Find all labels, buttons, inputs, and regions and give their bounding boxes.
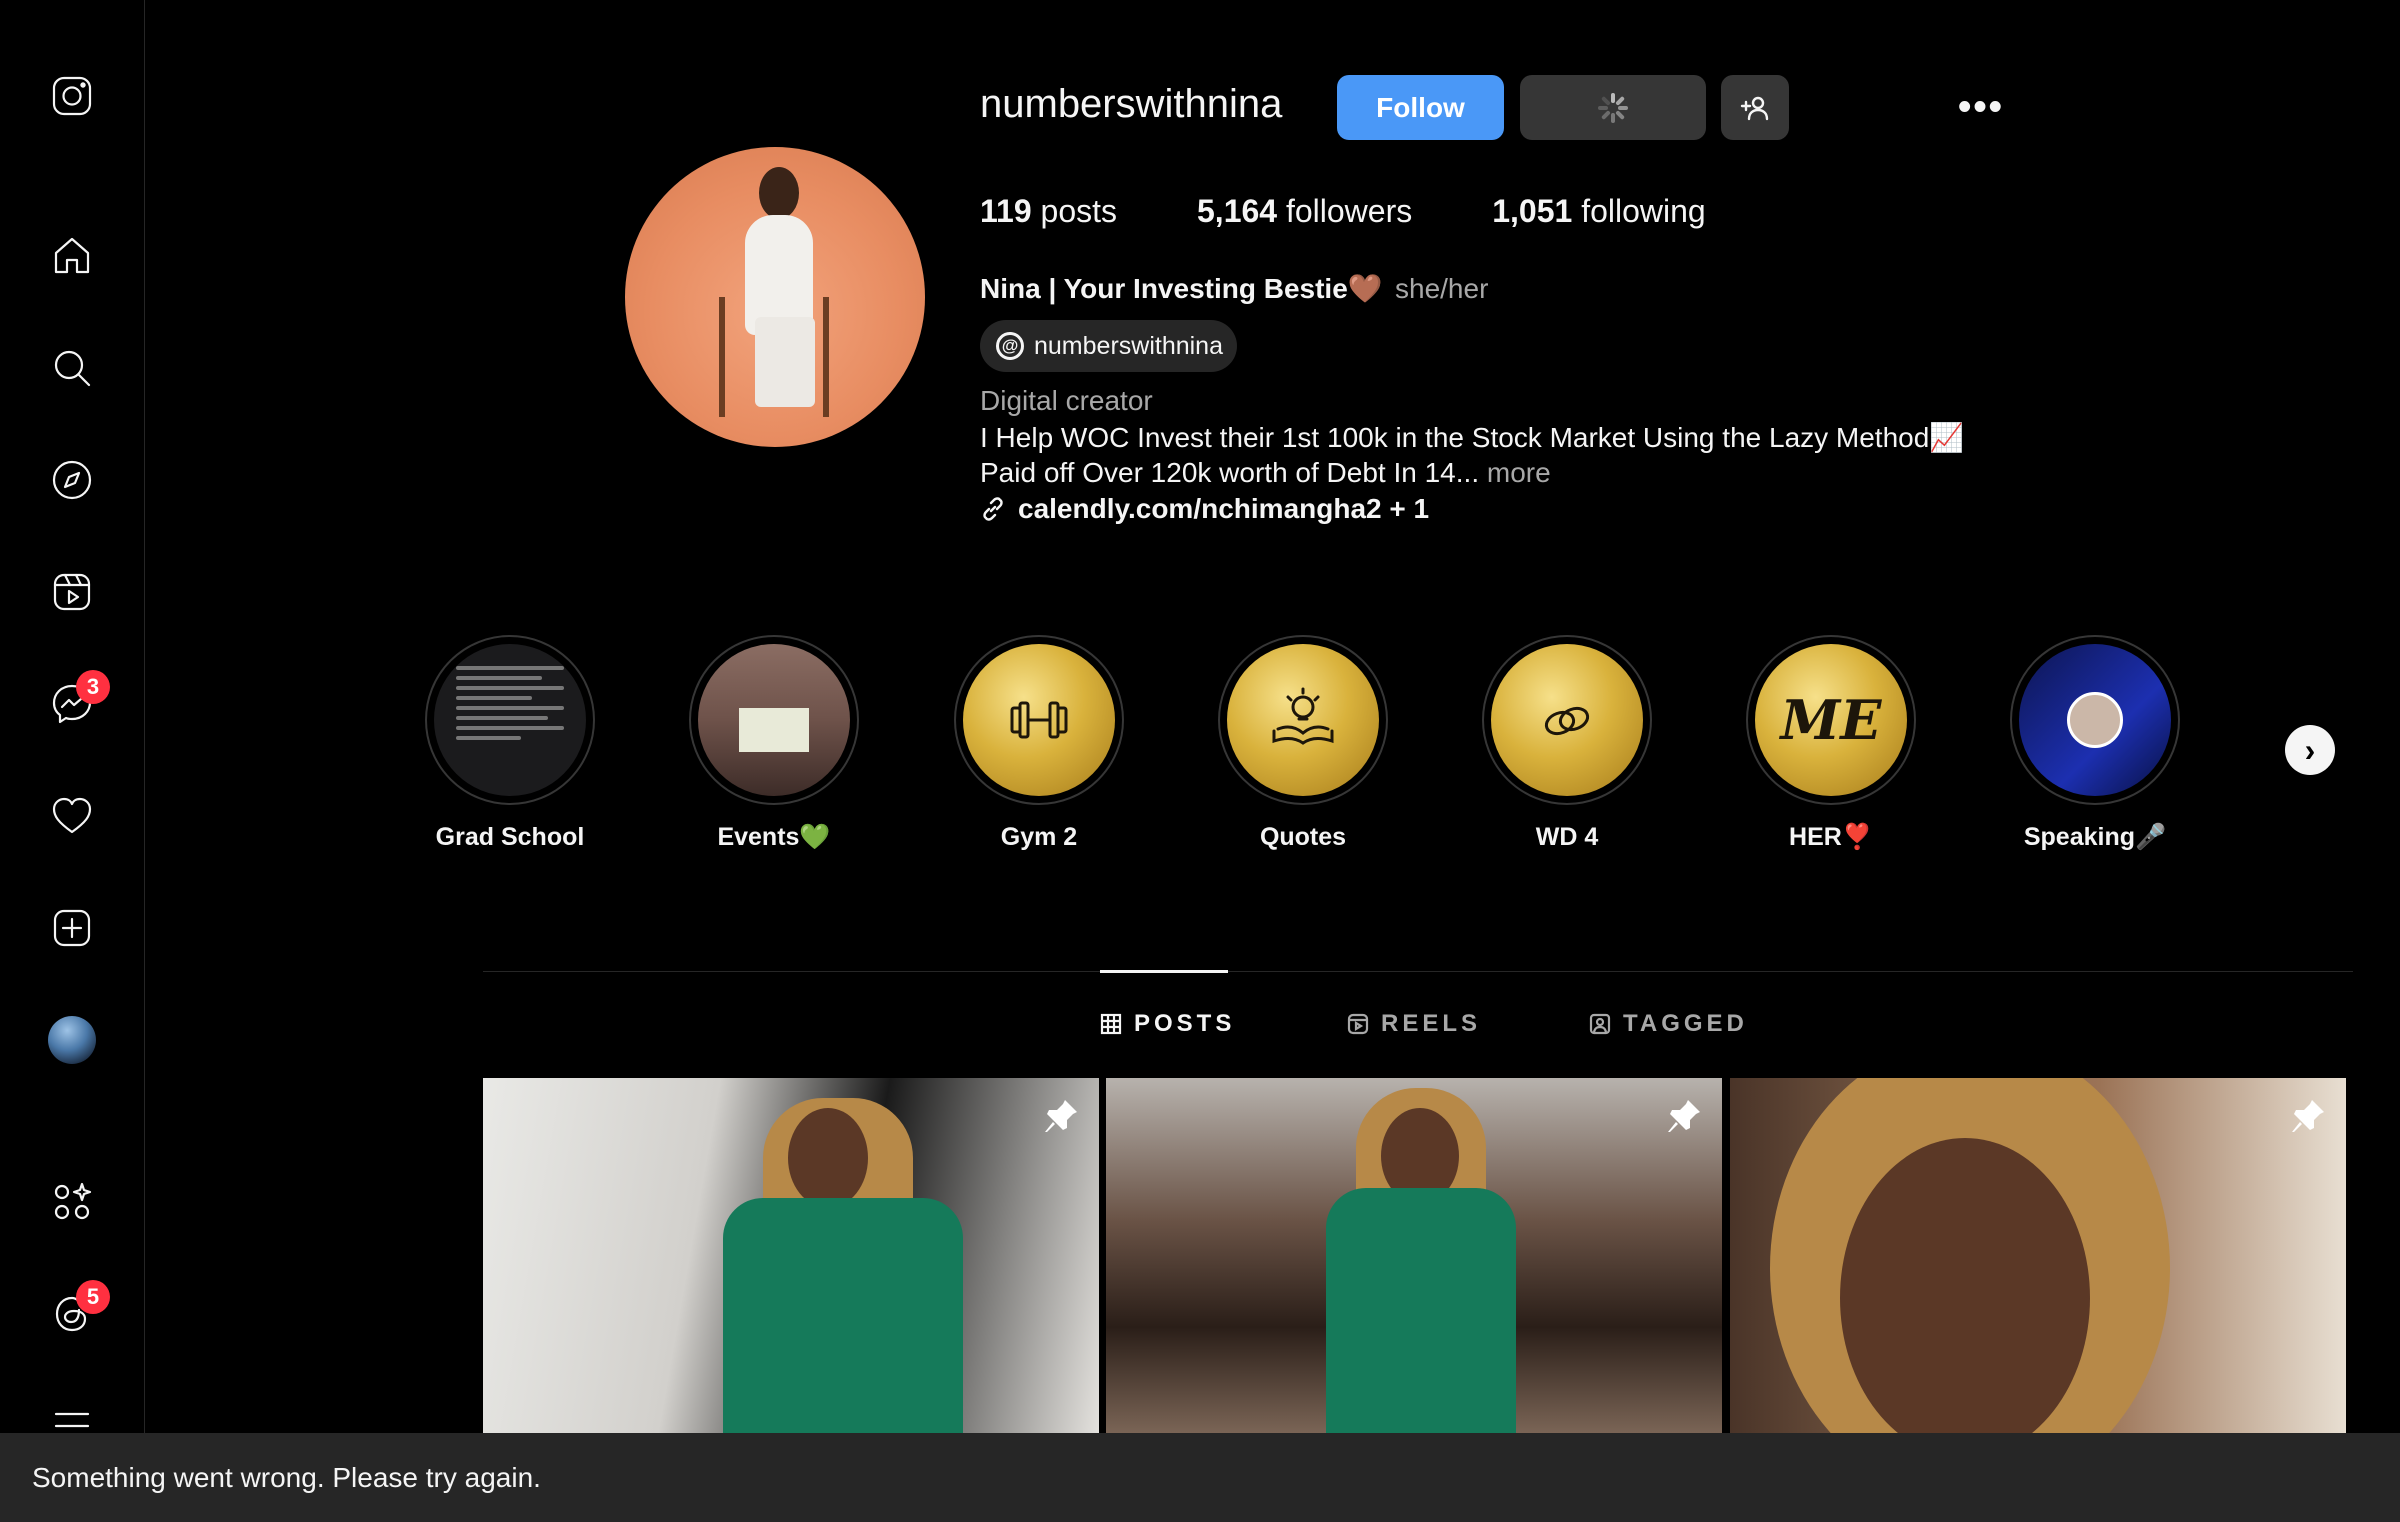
book-lightbulb-icon — [1272, 687, 1334, 745]
pinned-post-icon — [1041, 1096, 1081, 1136]
following-stat[interactable]: 1,051 following — [1492, 193, 1705, 230]
highlight-cover — [1227, 644, 1379, 796]
highlight-gym-2[interactable]: Gym 2 — [954, 635, 1124, 852]
sidebar: 3 5 — [0, 0, 145, 1522]
rings-icon — [1544, 706, 1590, 736]
threads-icon[interactable]: 5 — [44, 1280, 110, 1342]
avatar — [48, 1016, 96, 1064]
threads-at-icon: @ — [996, 332, 1024, 360]
highlight-her[interactable]: ME HER❣️ — [1746, 635, 1916, 852]
pinned-post-icon — [2288, 1096, 2328, 1136]
profile-pronouns: she/her — [1395, 273, 1489, 304]
reels-tab-icon — [1347, 1013, 1369, 1035]
post-thumbnail[interactable] — [1730, 1078, 2346, 1434]
tagged-icon — [1589, 1013, 1611, 1035]
more-options-button[interactable]: ••• — [1946, 75, 2016, 140]
highlight-label: WD 4 — [1535, 823, 1599, 851]
profile-avatar[interactable] — [44, 1012, 100, 1068]
posts-stat: 119 posts — [980, 193, 1117, 229]
profile-stats: 119 posts 5,164 followers 1,051 followin… — [980, 193, 1706, 230]
highlight-events[interactable]: Events💚 — [689, 635, 859, 852]
instagram-logo-icon[interactable] — [44, 68, 100, 124]
highlight-speaking[interactable]: Speaking🎤 — [2010, 635, 2180, 852]
highlight-cover: ME — [1755, 644, 1907, 796]
explore-compass-icon[interactable] — [44, 452, 100, 508]
highlight-wd-4[interactable]: WD 4 — [1482, 635, 1652, 852]
bio-line-2: Paid off Over 120k worth of Debt In 14..… — [980, 457, 1551, 488]
search-icon[interactable] — [44, 340, 100, 396]
active-tab-indicator — [1100, 970, 1228, 973]
highlight-cover — [434, 644, 586, 796]
highlight-cover — [1491, 644, 1643, 796]
profile-category: Digital creator — [980, 385, 1153, 416]
tab-reels[interactable]: REELS — [1347, 1010, 1481, 1038]
profile-picture[interactable] — [625, 147, 925, 447]
messenger-icon[interactable]: 3 — [44, 670, 110, 732]
highlight-label: HER❣️ — [1789, 823, 1873, 851]
highlight-cover — [2019, 644, 2171, 796]
reels-icon[interactable] — [44, 564, 100, 620]
threads-badge: 5 — [76, 1280, 110, 1314]
highlight-label: Speaking🎤 — [2023, 823, 2167, 851]
bio-line-1: I Help WOC Invest their 1st 100k in the … — [980, 422, 1965, 453]
followers-stat[interactable]: 5,164 followers — [1197, 193, 1412, 230]
messages-badge: 3 — [76, 670, 110, 704]
highlight-cover — [698, 644, 850, 796]
create-plus-icon[interactable] — [44, 900, 100, 956]
post-thumbnail[interactable] — [1106, 1078, 1722, 1434]
suggested-users-button[interactable] — [1721, 75, 1789, 140]
tabs-divider — [483, 971, 2353, 972]
profile-full-name: Nina | Your Investing Bestie🤎 — [980, 273, 1383, 304]
highlight-cover — [963, 644, 1115, 796]
post-thumbnail[interactable] — [483, 1078, 1099, 1434]
notifications-heart-icon[interactable] — [44, 788, 100, 844]
profile-external-link[interactable]: calendly.com/nchimangha2 + 1 — [980, 493, 1429, 525]
highlight-quotes[interactable]: Quotes — [1218, 635, 1388, 852]
link-icon — [983, 497, 1003, 521]
profile-photo-figure — [719, 167, 829, 417]
loading-spinner-icon — [1598, 92, 1628, 123]
toast-message: Something went wrong. Please try again. — [32, 1461, 541, 1493]
highlight-grad-school[interactable]: Grad School — [425, 635, 595, 852]
profile-username: numberswithnina — [980, 82, 1283, 126]
threads-profile-link[interactable]: @ numberswithnina — [980, 320, 1237, 372]
profile-main: numberswithnina Follow ••• 119 posts 5,1… — [146, 0, 2400, 1522]
home-icon[interactable] — [44, 228, 100, 284]
highlights-next-chevron-icon[interactable]: › — [2285, 725, 2335, 775]
highlight-label: Grad School — [435, 823, 585, 851]
pinned-post-icon — [1664, 1096, 1704, 1136]
highlight-label: Quotes — [1259, 823, 1347, 851]
threads-handle: numberswithnina — [1034, 331, 1223, 360]
also-from-meta-icon[interactable] — [44, 1174, 100, 1230]
tab-tagged[interactable]: TAGGED — [1589, 1010, 1748, 1038]
highlight-label: Gym 2 — [1000, 823, 1078, 851]
highlight-label: Events💚 — [717, 823, 831, 851]
add-person-icon — [1740, 96, 1769, 120]
grid-icon — [1100, 1013, 1122, 1035]
dumbbell-icon — [1010, 701, 1068, 739]
follow-button[interactable]: Follow — [1337, 75, 1504, 140]
me-monogram-icon: ME — [1780, 688, 1882, 752]
message-button-loading[interactable] — [1520, 75, 1706, 140]
bio-more-link[interactable]: more — [1487, 457, 1551, 488]
tab-posts[interactable]: POSTS — [1100, 1010, 1235, 1038]
error-toast: Something went wrong. Please try again. — [0, 1433, 2400, 1522]
